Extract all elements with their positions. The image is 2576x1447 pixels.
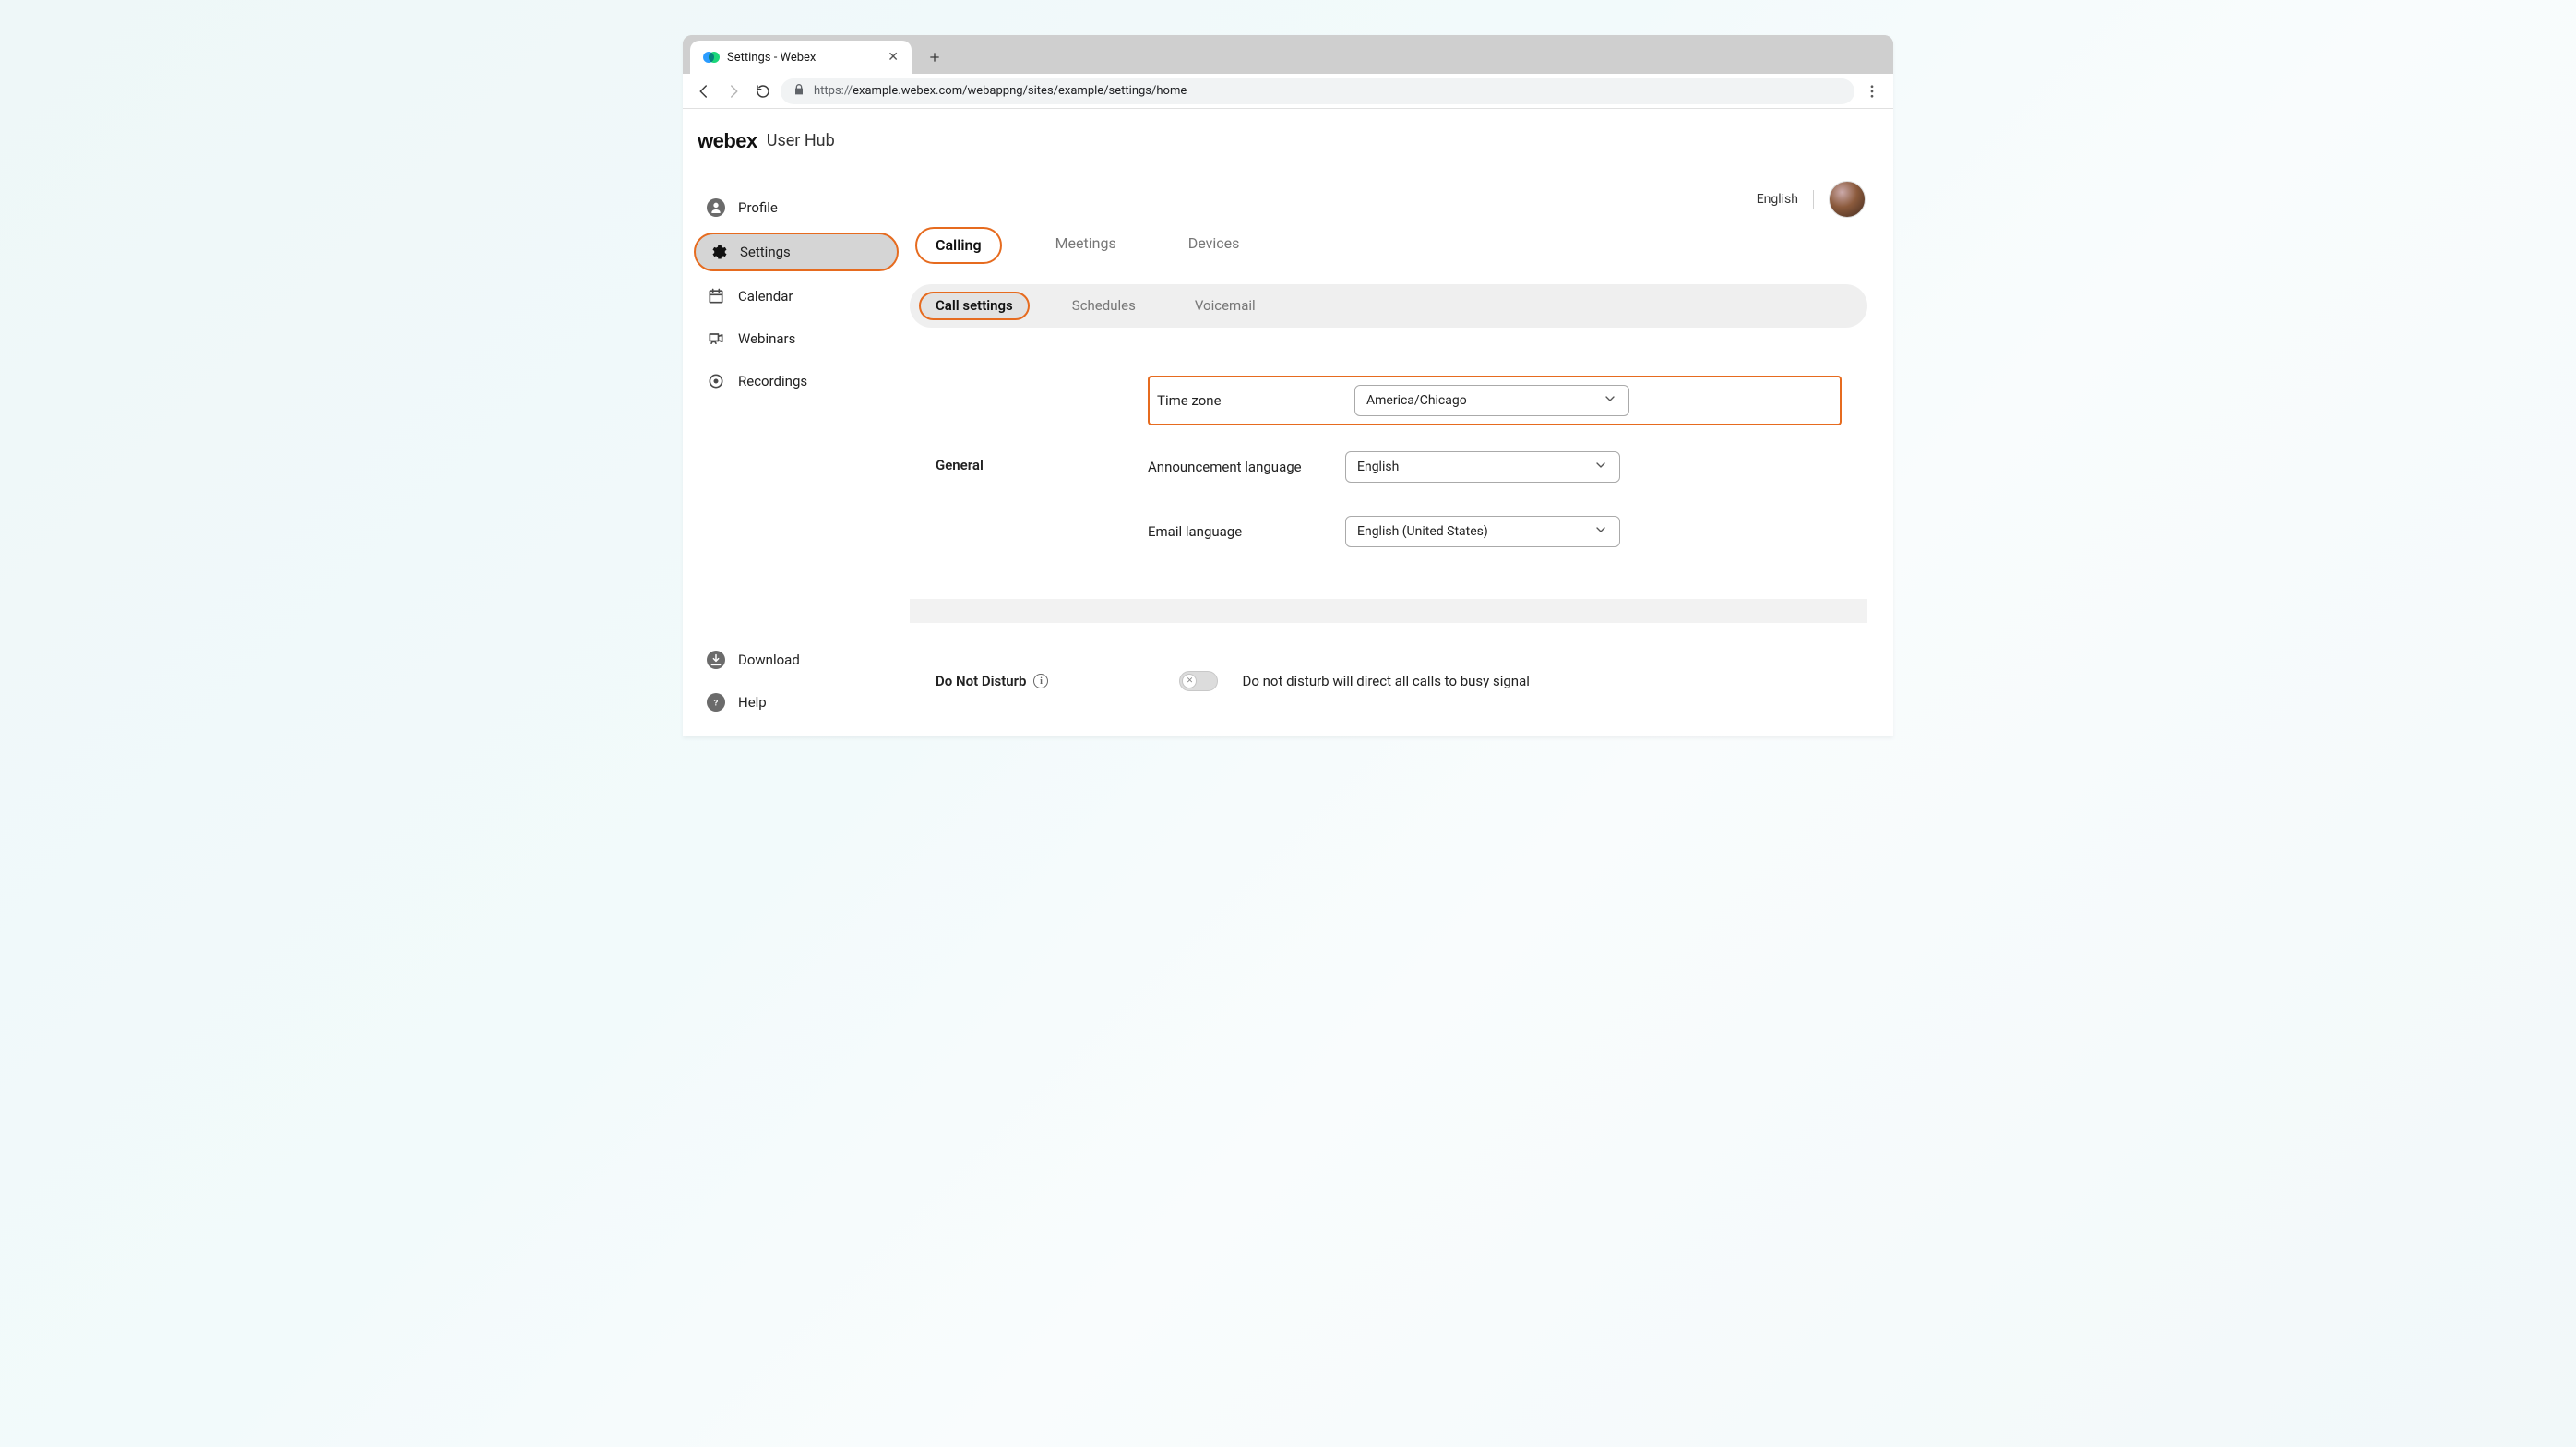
section-gap (910, 599, 1867, 623)
select-value: English (1357, 460, 1399, 474)
help-icon: ? (707, 693, 725, 712)
reload-button[interactable] (751, 79, 775, 103)
subtab-voicemail[interactable]: Voicemail (1178, 292, 1272, 320)
top-right-controls: English (1757, 181, 1866, 218)
select-timezone[interactable]: America/Chicago (1354, 385, 1629, 416)
download-icon (707, 651, 725, 669)
panel-dnd: Do Not Disturb i ✕ Do not disturb will d… (910, 651, 1867, 728)
select-email-language[interactable]: English (United States) (1345, 516, 1620, 547)
field-label-announcement: Announcement language (1148, 459, 1332, 475)
url-bar[interactable]: https://example.webex.com/webappng/sites… (781, 78, 1854, 104)
lock-icon (792, 82, 806, 100)
browser-menu-button[interactable] (1860, 79, 1884, 103)
arrow-right-icon (725, 83, 742, 100)
sidebar-item-profile[interactable]: Profile (694, 190, 899, 225)
recordings-icon (707, 372, 725, 390)
panel-general: General Time zone America/Chicago (910, 355, 1867, 582)
row-announcement-language: Announcement language English (1148, 444, 1842, 490)
browser-window: Settings - Webex ✕ https://exampl (683, 35, 1893, 736)
calendar-icon (707, 287, 725, 305)
dnd-title-text: Do Not Disturb (936, 673, 1026, 689)
sidebar-item-recordings[interactable]: Recordings (694, 364, 899, 399)
webinars-icon (707, 329, 725, 348)
toggle-knob: ✕ (1182, 674, 1197, 688)
main-tabs: Calling Meetings Devices (910, 227, 1867, 264)
url-text: https://example.webex.com/webappng/sites… (814, 84, 1843, 98)
sidebar-item-settings[interactable]: Settings (694, 233, 899, 271)
chevron-down-icon (1593, 458, 1608, 476)
browser-tab[interactable]: Settings - Webex ✕ (690, 41, 912, 74)
new-tab-button[interactable] (921, 43, 948, 71)
select-value: America/Chicago (1366, 393, 1467, 408)
close-icon[interactable]: ✕ (888, 51, 899, 64)
tab-meetings[interactable]: Meetings (1037, 227, 1135, 264)
sidebar-item-label: Calendar (738, 288, 793, 305)
sidebar-item-help[interactable]: ? Help (694, 685, 899, 720)
chevron-down-icon (1593, 522, 1608, 541)
tab-calling[interactable]: Calling (915, 227, 1002, 264)
brand-subtitle: User Hub (767, 131, 835, 150)
sidebar-item-label: Help (738, 694, 767, 711)
person-icon (707, 198, 725, 217)
chevron-down-icon (1603, 391, 1617, 410)
field-label-timezone: Time zone (1157, 392, 1342, 409)
language-selector[interactable]: English (1757, 192, 1798, 207)
sidebar-item-label: Download (738, 652, 800, 668)
avatar[interactable] (1829, 181, 1866, 218)
page: webex User Hub Profile (683, 109, 1893, 736)
info-icon[interactable]: i (1033, 674, 1048, 688)
subtab-schedules[interactable]: Schedules (1055, 292, 1152, 320)
forward-button[interactable] (722, 79, 745, 103)
arrow-left-icon (696, 83, 712, 100)
app-header: webex User Hub (683, 109, 1893, 173)
sidebar-item-label: Profile (738, 199, 778, 216)
section-title-dnd: Do Not Disturb i (936, 673, 1048, 689)
sidebar-item-label: Settings (740, 244, 791, 260)
reload-icon (755, 83, 771, 100)
divider (1813, 190, 1814, 209)
field-label-email-language: Email language (1148, 523, 1332, 540)
sidebar-item-calendar[interactable]: Calendar (694, 279, 899, 314)
tab-title: Settings - Webex (727, 51, 880, 65)
sidebar-item-label: Recordings (738, 373, 807, 389)
row-email-language: Email language English (United States) (1148, 508, 1842, 555)
select-value: English (United States) (1357, 524, 1488, 539)
subtab-call-settings[interactable]: Call settings (919, 292, 1030, 320)
svg-text:?: ? (714, 698, 719, 708)
select-announcement-language[interactable]: English (1345, 451, 1620, 483)
kebab-icon (1864, 83, 1880, 100)
section-title-general: General (936, 376, 1139, 555)
sidebar: Profile Settings Calendar (683, 173, 910, 736)
sidebar-item-label: Webinars (738, 330, 795, 347)
browser-toolbar: https://example.webex.com/webappng/sites… (683, 74, 1893, 109)
brand-logo-text: webex (698, 129, 757, 153)
sub-tabs: Call settings Schedules Voicemail (910, 284, 1867, 328)
tab-devices[interactable]: Devices (1170, 227, 1258, 264)
highlight-timezone: Time zone America/Chicago (1148, 376, 1842, 425)
gear-icon (709, 243, 727, 261)
back-button[interactable] (692, 79, 716, 103)
content-area: English Calling Meetings Devices Call se… (910, 173, 1893, 736)
sidebar-item-webinars[interactable]: Webinars (694, 321, 899, 356)
tab-strip: Settings - Webex ✕ (683, 35, 1893, 74)
toggle-dnd[interactable]: ✕ (1179, 671, 1218, 691)
dnd-description: Do not disturb will direct all calls to … (1242, 673, 1529, 689)
plus-icon (927, 50, 942, 65)
webex-icon (703, 49, 720, 66)
sidebar-item-download[interactable]: Download (694, 642, 899, 677)
